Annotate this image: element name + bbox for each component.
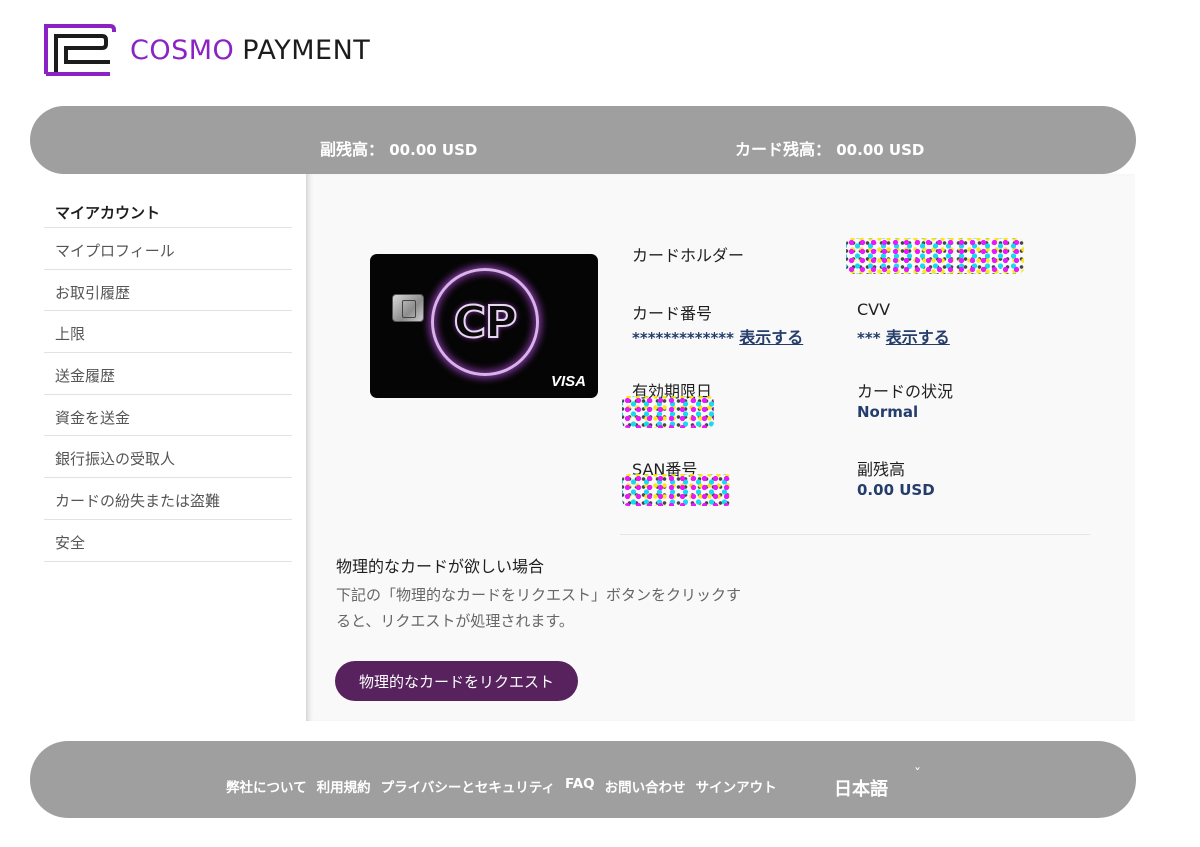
request-physical-card-button[interactable]: 物理的なカードをリクエスト [335, 661, 578, 701]
footer-link-about[interactable]: 弊社について [226, 776, 307, 796]
brand-name: COSMO PAYMENT [130, 35, 370, 66]
logo-mark-icon [44, 24, 116, 76]
sidebar-item-transaction-history[interactable]: お取引履歴 [44, 270, 292, 312]
sidebar-item-limits[interactable]: 上限 [44, 311, 292, 354]
language-selector[interactable]: 日本語 [834, 775, 888, 801]
brand-name-part1: COSMO [130, 34, 235, 66]
card-logo-text: CP [453, 296, 519, 349]
physical-card-title: 物理的なカードが欲しい場合 [336, 557, 545, 576]
sub-balance-info-label: 副残高 [857, 460, 906, 479]
expiry-redacted [622, 396, 714, 428]
card-balance: カード残高： 00.00 USD [735, 136, 924, 160]
card-panel: CP VISA カードホルダー カード番号 ************* 表示する… [306, 174, 1135, 721]
card-number-label: カード番号 [632, 304, 713, 323]
footer-link-sign-out[interactable]: サインアウト [696, 776, 777, 796]
footer-link-faq[interactable]: FAQ [565, 776, 595, 796]
sidebar-item-my-profile[interactable]: マイプロフィール [44, 228, 292, 270]
brand-logo[interactable]: COSMO PAYMENT [44, 24, 370, 76]
footer-link-privacy-security[interactable]: プライバシーとセキュリティ [381, 776, 555, 796]
cvv-masked: *** [857, 329, 881, 347]
cvv-label: CVV [857, 300, 891, 319]
card-image: CP VISA [370, 254, 598, 398]
card-holder-label: カードホルダー [632, 246, 745, 265]
sidebar-item-transfer-history[interactable]: 送金履歴 [44, 353, 292, 395]
show-card-number-link[interactable]: 表示する [739, 328, 803, 347]
cvv-value: *** 表示する [857, 324, 950, 348]
sidebar: マイアカウント マイプロフィール お取引履歴 上限 送金履歴 資金を送金 銀行振… [44, 196, 292, 562]
card-status-value: Normal [857, 403, 919, 421]
visa-logo: VISA [550, 373, 586, 390]
footer-link-contact[interactable]: お問い合わせ [605, 776, 686, 796]
card-balance-value: 00.00 USD [836, 141, 925, 159]
san-redacted [622, 474, 732, 506]
sidebar-item-lost-stolen-card[interactable]: カードの紛失または盗難 [44, 478, 292, 520]
footer: 弊社について 利用規約 プライバシーとセキュリティ FAQ お問い合わせ サイン… [30, 741, 1136, 818]
chip-icon [392, 294, 424, 322]
card-balance-label: カード残高： [735, 140, 832, 159]
footer-links: 弊社について 利用規約 プライバシーとセキュリティ FAQ お問い合わせ サイン… [226, 776, 777, 796]
sub-balance: 副残高： 00.00 USD [320, 136, 477, 160]
show-cvv-link[interactable]: 表示する [886, 328, 950, 347]
card-number-value: ************* 表示する [632, 324, 803, 348]
card-status-label: カードの状況 [857, 382, 954, 401]
footer-link-terms[interactable]: 利用規約 [317, 776, 371, 796]
card-logo-ring: CP [431, 268, 539, 376]
sidebar-heading: マイアカウント [44, 196, 292, 228]
sub-balance-info-value: 0.00 USD [857, 481, 935, 499]
chevron-down-icon[interactable]: ˇ [914, 767, 921, 783]
sidebar-item-security[interactable]: 安全 [44, 520, 292, 562]
sub-balance-label: 副残高： [320, 140, 385, 159]
sidebar-item-bank-recipients[interactable]: 銀行振込の受取人 [44, 436, 292, 479]
physical-card-description: 下記の「物理的なカードをリクエスト」ボタンをクリックすると、リクエストが処理され… [336, 586, 742, 630]
card-holder-redacted [846, 238, 1024, 274]
balance-bar: 副残高： 00.00 USD カード残高： 00.00 USD [30, 106, 1136, 174]
brand-name-part2: PAYMENT [242, 34, 371, 66]
sidebar-item-send-funds[interactable]: 資金を送金 [44, 395, 292, 437]
divider [620, 534, 1090, 535]
sub-balance-value: 00.00 USD [389, 141, 478, 159]
card-number-masked: ************* [632, 329, 734, 347]
